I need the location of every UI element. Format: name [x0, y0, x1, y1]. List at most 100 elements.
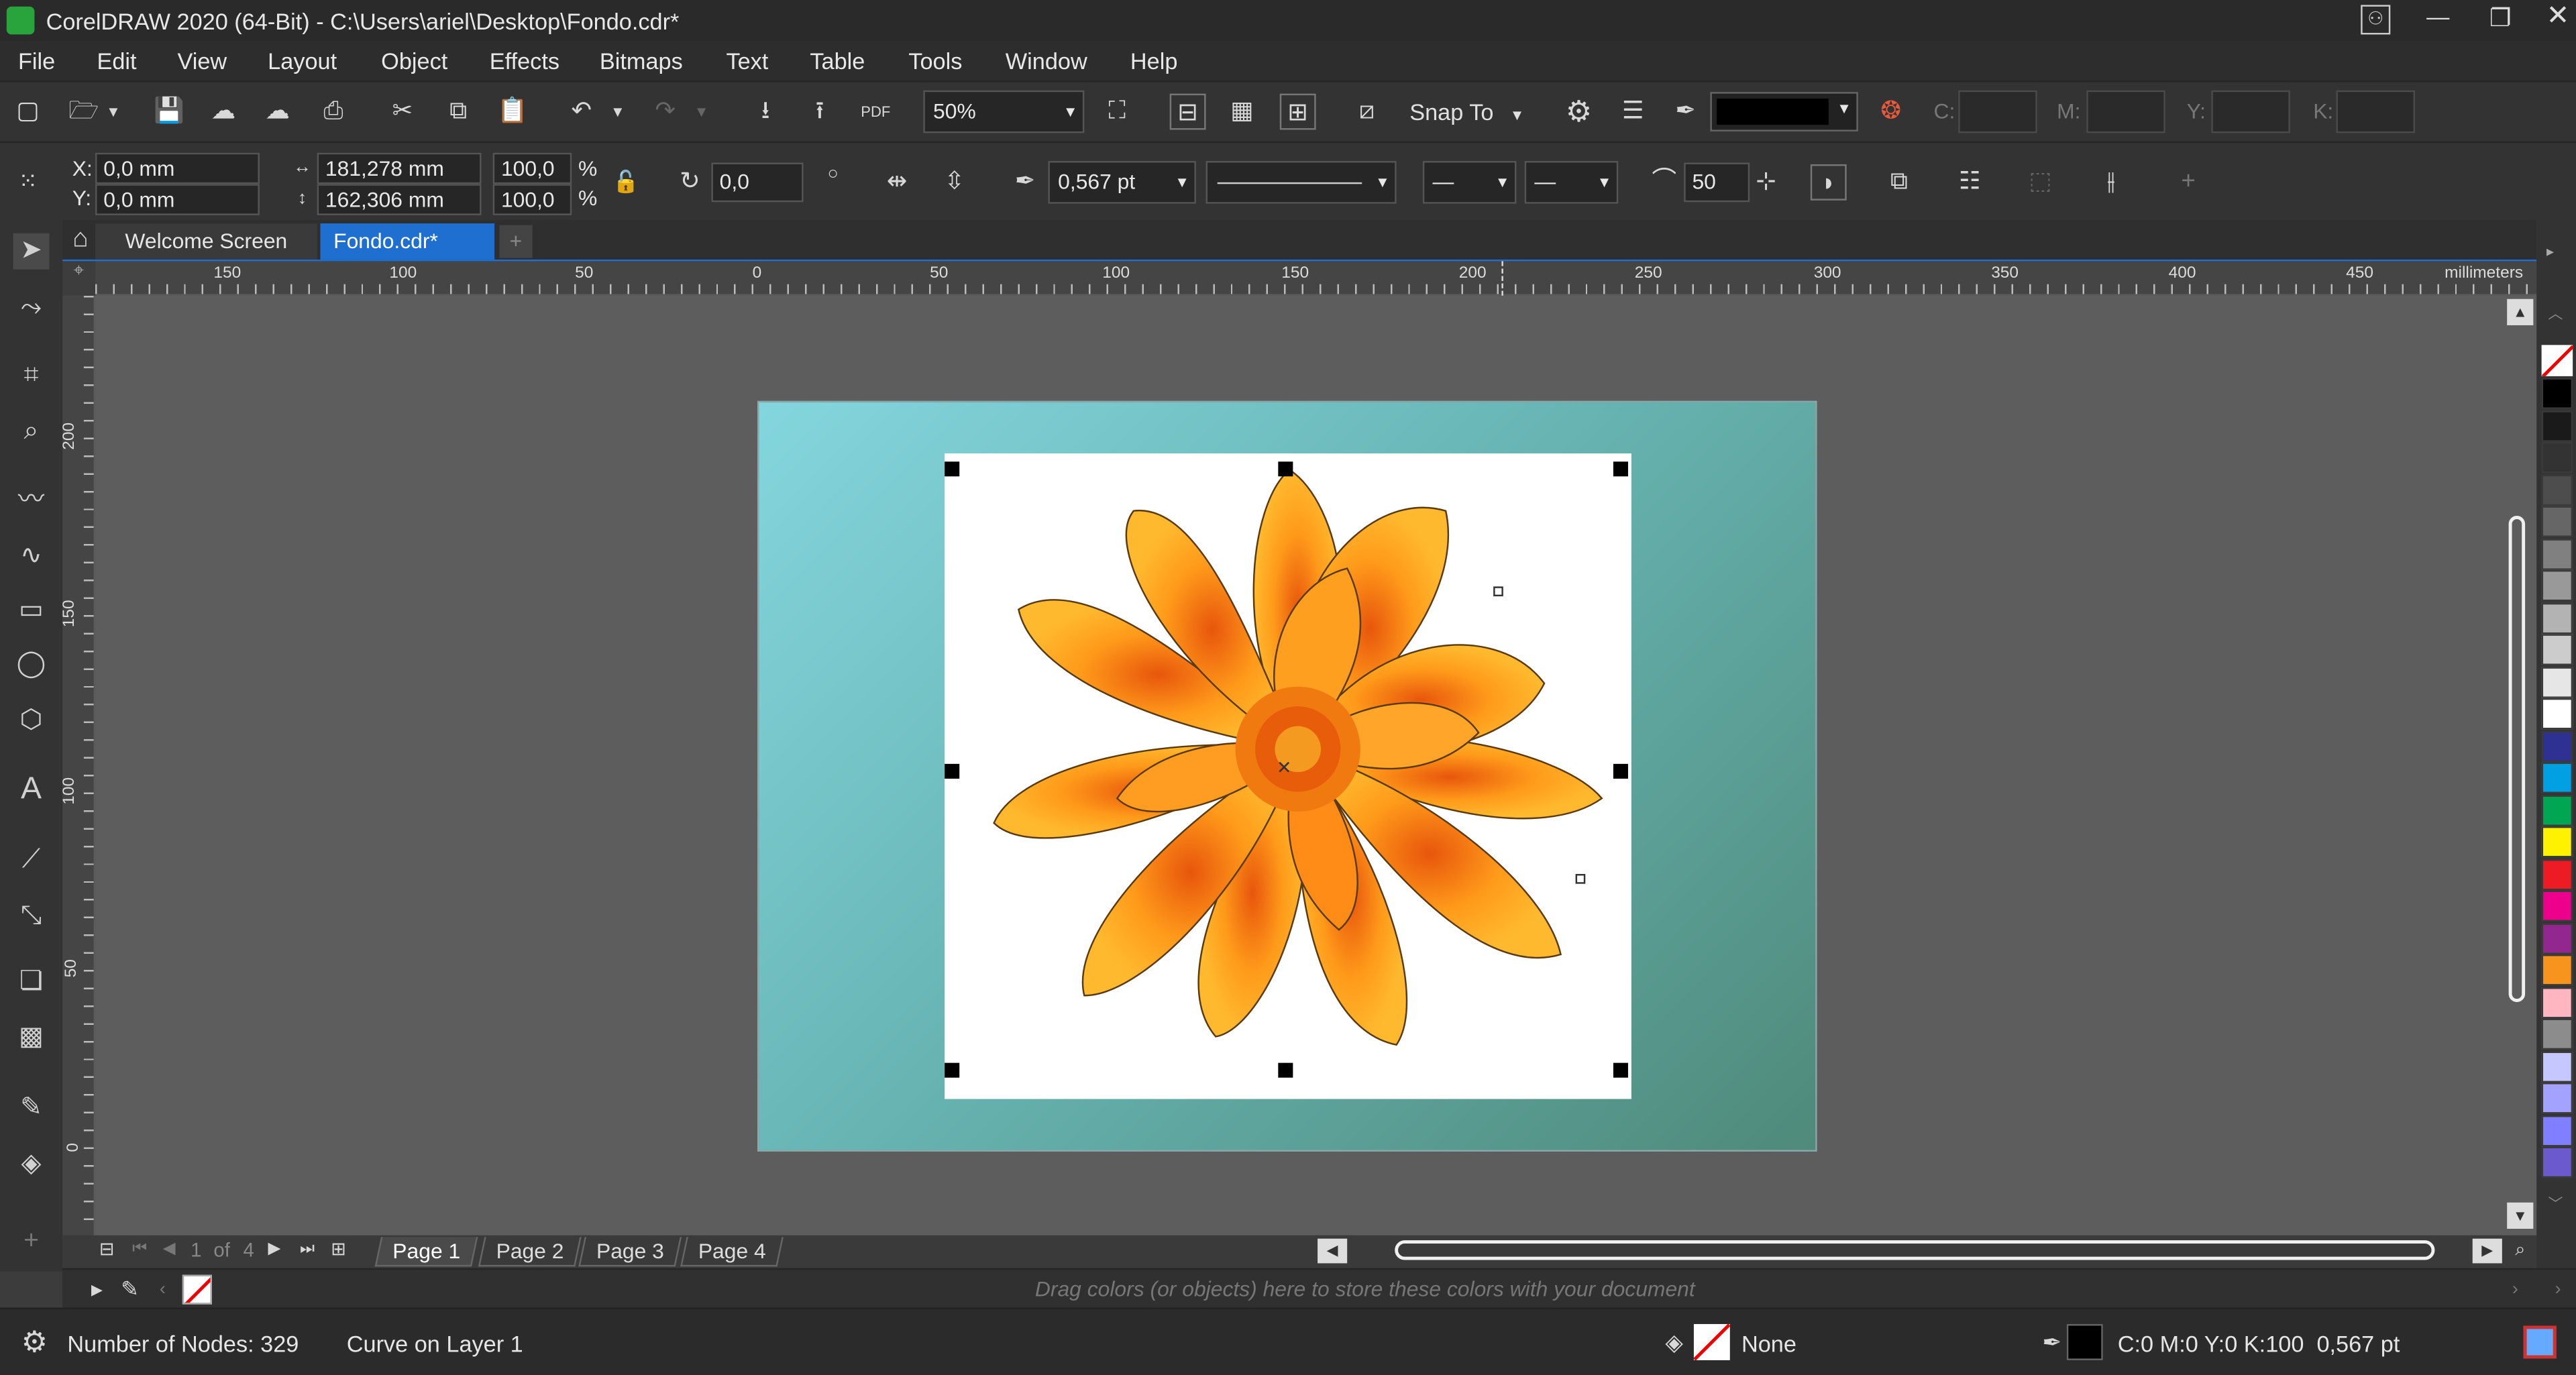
vertical-scrollbar[interactable]: ▲ ▼ [2504, 295, 2537, 1235]
cyan-field[interactable] [1958, 90, 2037, 133]
print-icon[interactable]: ⎙ [315, 94, 352, 130]
selection-handle-top-right[interactable] [1613, 461, 1628, 477]
selection-center-marker[interactable]: ✕ [1277, 757, 1292, 779]
export-icon[interactable]: ⭱ [802, 94, 838, 130]
interactive-fill-tool-icon[interactable]: ◈ [13, 1147, 50, 1183]
horizontal-ruler[interactable]: ⌖ 150 100 50 0 50 100 150 200 250 300 35… [62, 261, 2537, 296]
palette-swatch[interactable] [2541, 602, 2573, 634]
yellow-field[interactable] [2211, 90, 2290, 133]
crop-tool-icon[interactable]: ⌗ [13, 358, 50, 394]
menu-window[interactable]: Window [1006, 48, 1087, 74]
minimize-button[interactable]: — [2422, 3, 2455, 36]
palette-swatch[interactable] [2541, 538, 2573, 569]
pick-tool-icon[interactable]: ➤ [13, 233, 50, 270]
scroll-right-arrow-icon[interactable]: ▶ [2472, 1238, 2502, 1264]
text-tool-icon[interactable]: A [13, 772, 50, 808]
palette-swatch[interactable] [2541, 634, 2573, 665]
palette-swatch[interactable] [2541, 922, 2573, 954]
node-marker[interactable] [1493, 586, 1503, 597]
doc-palette-menu-icon[interactable]: › [2540, 1272, 2576, 1308]
outline-width-select[interactable]: 0,567 pt ▼ [1048, 161, 1196, 204]
palette-swatch[interactable] [2541, 826, 2573, 858]
black-field[interactable] [2336, 90, 2416, 133]
redo-icon[interactable]: ↷ [647, 94, 684, 130]
start-arrowhead-select[interactable]: — ▼ [1422, 161, 1517, 204]
snap-to-dropdown[interactable]: Snap To ▼ [1409, 99, 1524, 125]
selection-handle-left[interactable] [945, 763, 960, 779]
doc-palette-scroll-left-icon[interactable]: ‹ [145, 1272, 181, 1308]
previous-page-icon[interactable]: ◀ [158, 1235, 180, 1265]
palette-swatch[interactable] [2541, 506, 2573, 537]
page-tab-3[interactable]: Page 3 [578, 1237, 682, 1267]
height-field[interactable]: 162,306 mm [317, 184, 482, 215]
page-tab-4[interactable]: Page 4 [680, 1237, 784, 1267]
mirror-horizontal-icon[interactable]: ⇹ [879, 164, 915, 201]
node-marker[interactable] [1575, 873, 1586, 884]
publish-pdf-icon[interactable]: PDF [857, 94, 894, 130]
quick-trace-icon[interactable]: ⧉ [1881, 164, 1917, 201]
first-page-icon[interactable]: ⏮ [128, 1235, 151, 1265]
zoom-to-page-icon[interactable]: ⛶ [1099, 94, 1135, 130]
rotation-field[interactable]: 0,0 [711, 162, 804, 203]
zoom-navigator-icon[interactable]: ⌕ [2506, 1235, 2535, 1265]
open-folder-icon[interactable]: 🗁 [66, 94, 102, 130]
align-distribute-icon[interactable]: ⫲ [2093, 164, 2129, 201]
palette-swatch[interactable] [2541, 569, 2573, 602]
doc-palette-scroll-right-icon[interactable]: › [2497, 1272, 2533, 1308]
scroll-up-arrow-icon[interactable]: ▲ [2507, 298, 2534, 325]
palette-scroll-up-icon[interactable]: ▸ [2546, 243, 2554, 261]
vertical-ruler[interactable]: 200 150 100 50 0 [60, 295, 96, 1235]
new-tab-button[interactable]: + [499, 225, 533, 258]
ellipse-tool-icon[interactable]: ◯ [13, 647, 50, 683]
menu-file[interactable]: File [18, 48, 55, 74]
show-grid-icon[interactable]: ▦ [1224, 94, 1260, 130]
palette-swatch[interactable] [2541, 1018, 2573, 1050]
save-icon[interactable]: 💾 [151, 94, 187, 130]
add-tool-icon[interactable]: + [13, 1224, 50, 1260]
palette-swatch[interactable] [2541, 1146, 2573, 1178]
palette-swatch[interactable] [2541, 666, 2573, 698]
polygon-tool-icon[interactable]: ⬡ [13, 703, 50, 739]
doc-palette-eyedropper-icon[interactable]: ✎ [112, 1272, 148, 1308]
selection-handle-bottom[interactable] [1278, 1062, 1293, 1078]
cloud-open-icon[interactable]: ☁ [205, 94, 241, 130]
redo-dropdown-icon[interactable]: ▼ [692, 94, 711, 130]
page-tab-2[interactable]: Page 2 [478, 1237, 582, 1267]
new-document-icon[interactable]: ▢ [10, 94, 46, 130]
paste-icon[interactable]: 📋 [494, 94, 531, 130]
menu-table[interactable]: Table [810, 48, 865, 74]
pen-nib-icon[interactable]: ✒ [1668, 94, 1704, 130]
copy-icon[interactable]: ⧉ [440, 94, 476, 130]
horizontal-scroll-thumb[interactable] [1395, 1240, 2435, 1260]
selection-handle-bottom-right[interactable] [1613, 1062, 1628, 1078]
menu-layout[interactable]: Layout [268, 48, 337, 74]
group-icon[interactable]: ⬚ [2023, 164, 2059, 201]
menu-effects[interactable]: Effects [490, 48, 559, 74]
width-field[interactable]: 181,278 mm [317, 152, 482, 184]
palette-swatch[interactable] [2541, 378, 2573, 409]
undo-dropdown-icon[interactable]: ▼ [608, 94, 627, 130]
add-page-icon[interactable]: ⊞ [327, 1235, 350, 1265]
palette-swatch[interactable] [2541, 410, 2573, 441]
drawing-canvas[interactable]: ✕ ▲ ▼ [95, 295, 2537, 1235]
palette-swatch[interactable] [2541, 1114, 2573, 1146]
ruler-origin[interactable]: ⌖ [62, 261, 96, 296]
restore-button[interactable]: ❐ [2484, 3, 2517, 36]
magenta-field[interactable] [2086, 90, 2165, 133]
vertical-scroll-thumb[interactable] [2508, 516, 2526, 1003]
y-position-field[interactable]: 0,0 mm [95, 184, 260, 215]
palette-swatch[interactable] [2541, 890, 2573, 922]
scale-y-field[interactable]: 100,0 [492, 184, 572, 215]
tab-fondo-document[interactable]: Fondo.cdr* [320, 223, 495, 260]
page-tab-1[interactable]: Page 1 [374, 1237, 478, 1267]
mirror-vertical-icon[interactable]: ⇳ [936, 164, 973, 201]
palette-swatch[interactable] [2541, 858, 2573, 890]
status-settings-gear-icon[interactable]: ⚙ [16, 1324, 52, 1360]
palette-scroll-down-icon[interactable]: ﹀ [2548, 1193, 2563, 1214]
palette-scroll-top-icon[interactable]: ︿ [2548, 302, 2563, 324]
doc-palette-expand-icon[interactable]: ▶ [79, 1272, 115, 1308]
alignment-guides-icon[interactable]: ☰ [1615, 94, 1651, 130]
menu-bitmaps[interactable]: Bitmaps [600, 48, 683, 74]
zoom-level-select[interactable]: 50% ▼ [923, 90, 1085, 133]
selection-handle-top-left[interactable] [945, 461, 960, 477]
